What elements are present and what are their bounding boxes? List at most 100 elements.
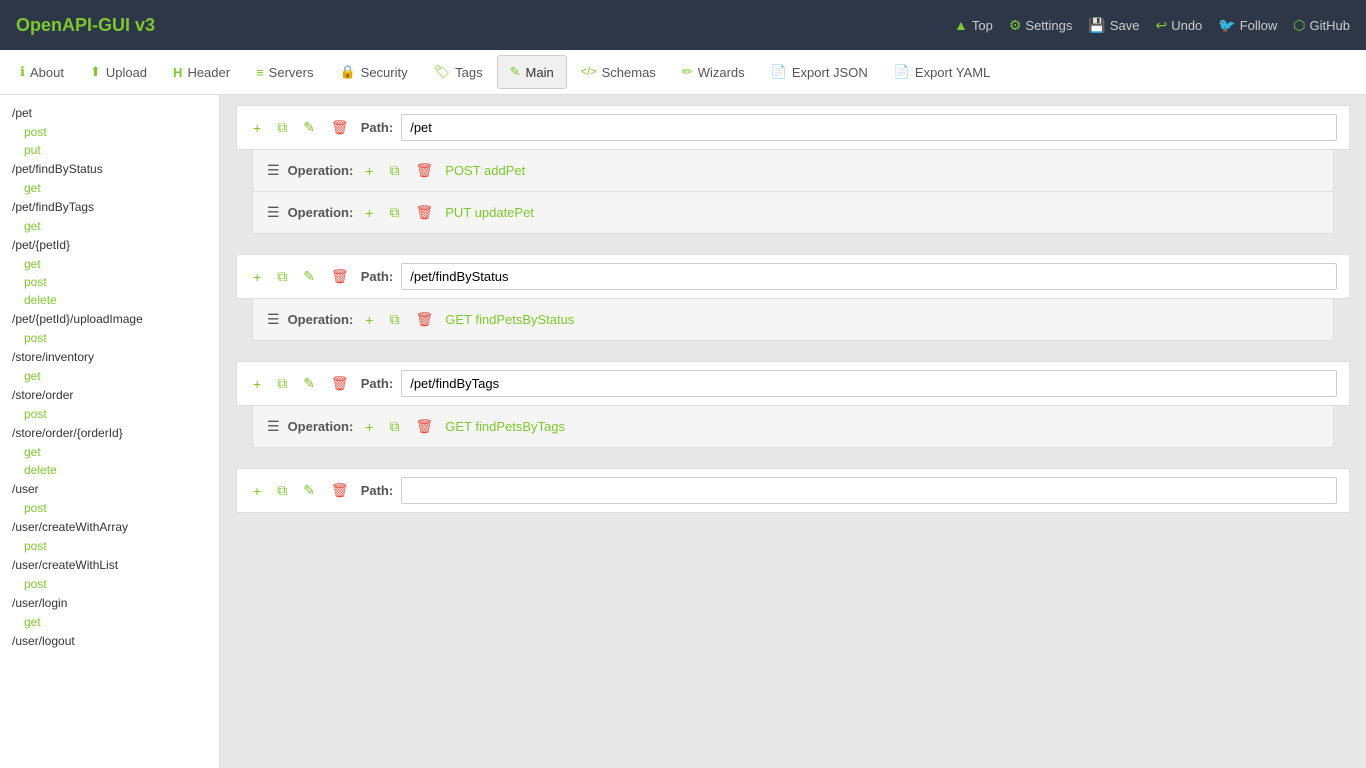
nav-about[interactable]: ℹ About xyxy=(8,56,76,88)
wand-icon: ✏ xyxy=(682,64,693,80)
path-label-fbt: Path: xyxy=(361,376,394,391)
delete-operation-put-button[interactable]: 🗑 xyxy=(411,202,437,223)
operation-label-put-update: Operation: xyxy=(288,205,354,220)
sidebar-method-orderid-get[interactable]: get xyxy=(0,443,219,461)
app-logo: OpenAPI-GUI v3 xyxy=(16,15,155,36)
sidebar-method-petid-get[interactable]: get xyxy=(0,255,219,273)
sidebar-method-inventory-get[interactable]: get xyxy=(0,367,219,385)
sidebar-path-user-create-array[interactable]: /user/createWithArray xyxy=(0,517,219,537)
operation-get-find-pets-tags-name: GET findPetsByTags xyxy=(445,419,565,434)
schemas-icon: </> xyxy=(581,66,597,78)
delete-path-partial-button[interactable]: 🗑 xyxy=(327,480,353,501)
json-icon: 📄 xyxy=(771,64,787,80)
sidebar-method-petid-delete[interactable]: delete xyxy=(0,291,219,309)
path-input-partial[interactable] xyxy=(401,477,1337,504)
nav-servers[interactable]: ≡ Servers xyxy=(244,57,325,88)
add-path-fbt-button[interactable]: + xyxy=(249,374,265,394)
copy-operation-post-button[interactable]: ⧉ xyxy=(385,160,403,181)
undo-link[interactable]: ↩ Undo xyxy=(1155,17,1202,34)
add-path-fbs-button[interactable]: + xyxy=(249,267,265,287)
sidebar-path-store-order-id[interactable]: /store/order/{orderId} xyxy=(0,423,219,443)
sidebar-path-upload-image[interactable]: /pet/{petId}/uploadImage xyxy=(0,309,219,329)
sidebar-method-petid-post[interactable]: post xyxy=(0,273,219,291)
copy-path-pet-button[interactable]: ⧉ xyxy=(273,117,291,138)
sidebar-path-pet-id[interactable]: /pet/{petId} xyxy=(0,235,219,255)
sidebar-path-user[interactable]: /user xyxy=(0,479,219,499)
copy-path-fbs-button[interactable]: ⧉ xyxy=(273,266,291,287)
nav-export-json[interactable]: 📄 Export JSON xyxy=(759,56,880,88)
add-path-pet-button[interactable]: + xyxy=(249,118,265,138)
sidebar-path-user-create-list[interactable]: /user/createWithList xyxy=(0,555,219,575)
nav-schemas[interactable]: </> Schemas xyxy=(569,57,668,88)
copy-operation-put-button[interactable]: ⧉ xyxy=(385,202,403,223)
copy-path-partial-button[interactable]: ⧉ xyxy=(273,480,291,501)
edit-path-pet-button[interactable]: ✎ xyxy=(299,117,319,138)
nav-export-yaml[interactable]: 📄 Export YAML xyxy=(882,56,1003,88)
nav-schemas-label: Schemas xyxy=(602,65,656,80)
edit-path-partial-button[interactable]: ✎ xyxy=(299,480,319,501)
add-operation-get-fbs-button[interactable]: + xyxy=(361,310,377,330)
follow-link[interactable]: 🐦 Follow xyxy=(1218,17,1277,34)
sidebar-path-user-logout[interactable]: /user/logout xyxy=(0,631,219,651)
nav-main-label: Main xyxy=(526,65,554,80)
delete-path-fbt-button[interactable]: 🗑 xyxy=(327,373,353,394)
follow-label: Follow xyxy=(1240,18,1278,33)
sidebar-path-store-order[interactable]: /store/order xyxy=(0,385,219,405)
hamburger-icon-get-fbs: ☰ xyxy=(267,311,280,328)
edit-path-fbt-button[interactable]: ✎ xyxy=(299,373,319,394)
nav-upload[interactable]: ⬆ Upload xyxy=(78,56,159,88)
delete-path-pet-button[interactable]: 🗑 xyxy=(327,117,353,138)
nav-main[interactable]: ✎ Main xyxy=(497,55,567,89)
copy-operation-get-fbs-button[interactable]: ⧉ xyxy=(385,309,403,330)
sidebar-path-pet[interactable]: /pet xyxy=(0,103,219,123)
delete-operation-post-button[interactable]: 🗑 xyxy=(411,160,437,181)
sidebar-method-create-array-post[interactable]: post xyxy=(0,537,219,555)
sidebar-method-pet-put[interactable]: put xyxy=(0,141,219,159)
path-label-pet: Path: xyxy=(361,120,394,135)
sidebar-method-find-by-tags-get[interactable]: get xyxy=(0,217,219,235)
delete-operation-get-fbs-button[interactable]: 🗑 xyxy=(411,309,437,330)
nav-tags[interactable]: 🏷 Tags xyxy=(422,56,495,88)
sidebar-method-pet-post[interactable]: post xyxy=(0,123,219,141)
operation-block-get-find-pets-tags: ☰ Operation: + ⧉ 🗑 GET findPetsByTags xyxy=(252,406,1334,448)
github-link[interactable]: ⬡ GitHub xyxy=(1293,17,1350,34)
sidebar-path-find-by-tags[interactable]: /pet/findByTags xyxy=(0,197,219,217)
path-input-find-by-tags[interactable] xyxy=(401,370,1337,397)
add-operation-post-button[interactable]: + xyxy=(361,161,377,181)
path-input-pet[interactable] xyxy=(401,114,1337,141)
path-block-find-by-tags: + ⧉ ✎ 🗑 Path: ☰ Operation: + ⧉ 🗑 GET fin… xyxy=(220,351,1366,448)
github-icon: ⬡ xyxy=(1293,17,1305,34)
sidebar-method-upload-post[interactable]: post xyxy=(0,329,219,347)
nav-tags-label: Tags xyxy=(455,65,482,80)
sidebar-method-order-post[interactable]: post xyxy=(0,405,219,423)
sidebar-method-user-post[interactable]: post xyxy=(0,499,219,517)
path-input-find-by-status[interactable] xyxy=(401,263,1337,290)
hamburger-icon-get-fbt: ☰ xyxy=(267,418,280,435)
sidebar-method-find-by-status-get[interactable]: get xyxy=(0,179,219,197)
tag-icon: 🏷 xyxy=(434,64,451,80)
copy-operation-get-fbt-button[interactable]: ⧉ xyxy=(385,416,403,437)
edit-icon: ✎ xyxy=(510,64,521,80)
top-link[interactable]: ▲ Top xyxy=(954,17,993,33)
sidebar-path-store-inventory[interactable]: /store/inventory xyxy=(0,347,219,367)
sidebar-method-create-list-post[interactable]: post xyxy=(0,575,219,593)
add-operation-get-fbt-button[interactable]: + xyxy=(361,417,377,437)
save-link[interactable]: 💾 Save xyxy=(1088,17,1139,34)
delete-operation-get-fbt-button[interactable]: 🗑 xyxy=(411,416,437,437)
nav-servers-label: Servers xyxy=(269,65,314,80)
github-label: GitHub xyxy=(1310,18,1350,33)
sidebar-method-orderid-delete[interactable]: delete xyxy=(0,461,219,479)
copy-path-fbt-button[interactable]: ⧉ xyxy=(273,373,291,394)
sidebar-method-login-get[interactable]: get xyxy=(0,613,219,631)
sidebar-path-user-login[interactable]: /user/login xyxy=(0,593,219,613)
add-path-partial-button[interactable]: + xyxy=(249,481,265,501)
delete-path-fbs-button[interactable]: 🗑 xyxy=(327,266,353,287)
edit-path-fbs-button[interactable]: ✎ xyxy=(299,266,319,287)
sidebar-path-find-by-status[interactable]: /pet/findByStatus xyxy=(0,159,219,179)
nav-header[interactable]: H Header xyxy=(161,57,242,88)
nav-wizards[interactable]: ✏ Wizards xyxy=(670,56,757,88)
nav-security[interactable]: 🔒 Security xyxy=(327,56,419,88)
settings-label: Settings xyxy=(1025,18,1072,33)
add-operation-put-button[interactable]: + xyxy=(361,203,377,223)
settings-link[interactable]: ⚙ Settings xyxy=(1009,17,1073,34)
